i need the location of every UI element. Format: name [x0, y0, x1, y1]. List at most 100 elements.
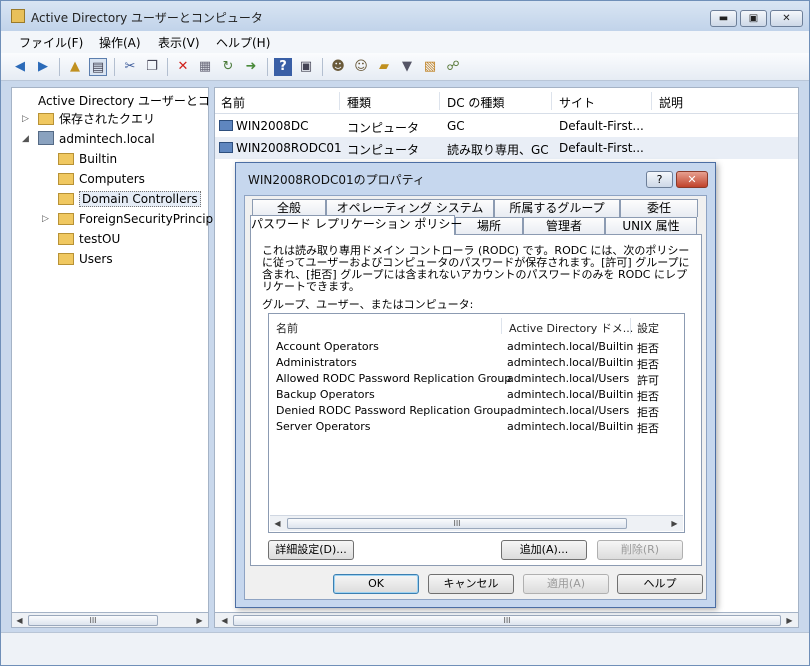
- tree-item-domain[interactable]: ◢ admintech.local: [22, 130, 155, 148]
- folder-icon: [58, 233, 74, 245]
- list-item[interactable]: Server Operators admintech.local/Builtin…: [269, 419, 684, 435]
- app-icon: [11, 9, 25, 23]
- cancel-button[interactable]: キャンセル: [428, 574, 514, 594]
- tree-item-foreign-security-principals[interactable]: ▷ ForeignSecurityPrincip: [42, 210, 213, 228]
- apply-button[interactable]: 適用(A): [523, 574, 609, 594]
- list-item[interactable]: Account Operators admintech.local/Builti…: [269, 339, 684, 355]
- column-name[interactable]: 名前: [221, 94, 245, 111]
- copy-icon[interactable]: ❐: [143, 58, 161, 76]
- dialog-help-button[interactable]: ?: [646, 171, 673, 188]
- tab-password-replication-policy[interactable]: パスワード レプリケーション ポリシー: [250, 215, 462, 235]
- menu-help[interactable]: ヘルプ(H): [216, 34, 270, 51]
- folder-icon: [58, 253, 74, 265]
- remove-button[interactable]: 削除(R): [597, 540, 683, 560]
- console-tree[interactable]: Active Directory ユーザーとコ ▷ 保存されたクエリ ◢ admin…: [11, 87, 213, 628]
- tree-item-testou[interactable]: testOU: [58, 230, 120, 248]
- list-item[interactable]: Backup Operators admintech.local/Builtin…: [269, 387, 684, 403]
- tree-item-computers[interactable]: Computers: [58, 170, 145, 188]
- domain-icon: [38, 131, 54, 145]
- tab-managed-by[interactable]: 管理者: [523, 217, 605, 235]
- scroll-thumb[interactable]: III: [28, 615, 158, 626]
- dialog-title: WIN2008RODC01のプロパティ: [248, 173, 425, 187]
- scroll-right-arrow[interactable]: ▶: [194, 615, 205, 626]
- close-button[interactable]: ✕: [770, 10, 803, 27]
- list-item[interactable]: Allowed RODC Password Replication Group …: [269, 371, 684, 387]
- password-replication-panel: これは読み取り専用ドメイン コントローラ (RODC) です。RODC には、次…: [250, 234, 702, 566]
- folder-icon: [58, 153, 74, 165]
- maximize-button[interactable]: ▣: [740, 10, 767, 27]
- folder-icon: [58, 173, 74, 185]
- list-item[interactable]: Administrators admintech.local/Builtin 拒…: [269, 355, 684, 371]
- scroll-thumb[interactable]: III: [233, 615, 781, 626]
- add-button[interactable]: 追加(A)...: [501, 540, 587, 560]
- up-folder-icon[interactable]: ▲: [66, 58, 84, 76]
- column-description[interactable]: 説明: [659, 94, 683, 111]
- users-icon[interactable]: ☻: [329, 58, 347, 76]
- view-icon[interactable]: ▣: [297, 58, 315, 76]
- list-row[interactable]: WIN2008DC コンピュータ GC Default-First...: [215, 115, 798, 137]
- ok-button[interactable]: OK: [333, 574, 419, 594]
- column-site[interactable]: サイト: [559, 94, 595, 111]
- help-button[interactable]: ヘルプ: [617, 574, 703, 594]
- tree-item-builtin[interactable]: Builtin: [58, 150, 117, 168]
- column-setting[interactable]: 設定: [637, 320, 659, 336]
- delete-icon[interactable]: ✕: [174, 58, 192, 76]
- tree-item-users[interactable]: Users: [58, 250, 113, 268]
- tab-delegation[interactable]: 委任: [620, 199, 698, 217]
- scroll-left-arrow[interactable]: ◀: [219, 615, 230, 626]
- console-tree-icon[interactable]: ▤: [89, 58, 107, 76]
- menu-file[interactable]: ファイル(F): [19, 34, 83, 51]
- list-row[interactable]: WIN2008RODC01 コンピュータ 読み取り専用、GC Default-F…: [215, 137, 798, 159]
- expand-icon[interactable]: ▷: [42, 210, 54, 228]
- minimize-button[interactable]: ▬: [710, 10, 737, 27]
- find-icon[interactable]: ▧: [421, 58, 439, 76]
- scroll-left-arrow[interactable]: ◀: [272, 518, 283, 529]
- column-type[interactable]: 種類: [347, 94, 371, 111]
- group-icon[interactable]: ☺: [352, 58, 370, 76]
- column-ad-domain[interactable]: Active Directory ドメ...: [509, 320, 633, 336]
- computer-icon: [219, 142, 233, 153]
- dialog-body: 全般 オペレーティング システム 所属するグループ 委任 パスワード レプリケー…: [244, 195, 707, 600]
- folder-icon: [38, 113, 54, 125]
- advanced-button[interactable]: 詳細設定(D)...: [268, 540, 354, 560]
- tab-member-of[interactable]: 所属するグループ: [494, 199, 620, 217]
- help-icon[interactable]: ?: [274, 58, 292, 76]
- group-list-horizontal-scrollbar[interactable]: ◀ III ▶: [270, 515, 683, 531]
- menu-bar: ファイル(F) 操作(A) 表示(V) ヘルプ(H): [1, 31, 809, 53]
- ou-icon[interactable]: ▰: [375, 58, 393, 76]
- list-item[interactable]: Denied RODC Password Replication Group a…: [269, 403, 684, 419]
- export-icon[interactable]: ➜: [242, 58, 260, 76]
- group-list-label: グループ、ユーザー、またはコンピュータ:: [262, 298, 474, 311]
- group-list[interactable]: 名前 Active Directory ドメ... 設定 Account Ope…: [268, 313, 685, 533]
- expand-icon[interactable]: ▷: [22, 110, 34, 128]
- menu-view[interactable]: 表示(V): [158, 34, 200, 51]
- scroll-left-arrow[interactable]: ◀: [14, 615, 25, 626]
- tree-root[interactable]: Active Directory ユーザーとコ: [38, 92, 210, 110]
- scroll-right-arrow[interactable]: ▶: [784, 615, 795, 626]
- scroll-right-arrow[interactable]: ▶: [669, 518, 680, 529]
- collapse-icon[interactable]: ◢: [22, 130, 34, 148]
- menu-action[interactable]: 操作(A): [99, 34, 141, 51]
- tree-item-saved-queries[interactable]: ▷ 保存されたクエリ: [22, 110, 155, 128]
- filter-icon[interactable]: ▼: [398, 58, 416, 76]
- properties-icon[interactable]: ▦: [196, 58, 214, 76]
- scroll-thumb[interactable]: III: [287, 518, 627, 529]
- dialog-close-button[interactable]: ✕: [676, 171, 708, 188]
- column-dc-type[interactable]: DC の種類: [447, 94, 504, 111]
- folder-icon: [58, 213, 74, 225]
- cut-icon[interactable]: ✂: [121, 58, 139, 76]
- tab-location[interactable]: 場所: [455, 217, 523, 235]
- tree-root-label: Active Directory ユーザーとコ: [38, 94, 210, 108]
- back-icon[interactable]: ◀: [11, 58, 29, 76]
- list-horizontal-scrollbar[interactable]: ◀ III ▶: [214, 612, 799, 628]
- forward-icon[interactable]: ▶: [34, 58, 52, 76]
- column-name[interactable]: 名前: [276, 320, 298, 336]
- folder-icon: [58, 193, 74, 205]
- add-to-group-icon[interactable]: ☍: [444, 58, 462, 76]
- tree-item-domain-controllers[interactable]: Domain Controllers: [58, 190, 201, 208]
- title-bar[interactable]: Active Directory ユーザーとコンピュータ ▬ ▣ ✕: [1, 1, 809, 31]
- tree-horizontal-scrollbar[interactable]: ◀ III ▶: [11, 612, 209, 628]
- refresh-icon[interactable]: ↻: [219, 58, 237, 76]
- computer-icon: [219, 120, 233, 131]
- tab-unix-attributes[interactable]: UNIX 属性: [605, 217, 697, 235]
